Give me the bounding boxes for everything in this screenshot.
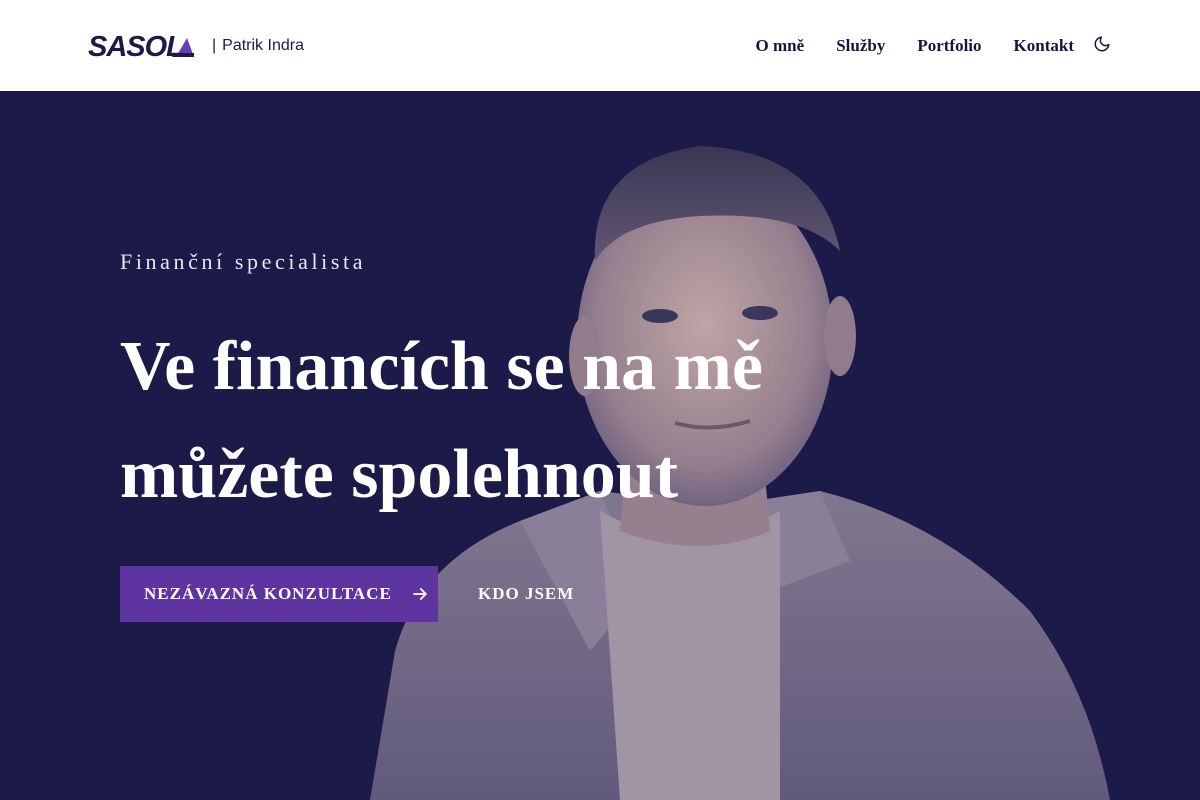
theme-toggle-button[interactable]	[1092, 34, 1112, 54]
moon-icon	[1094, 36, 1110, 51]
nav-item-sluzby[interactable]: Služby	[836, 36, 885, 56]
site-header: SASOL | Patrik Indra O mně Služby Portfo…	[0, 0, 1200, 91]
about-me-button[interactable]: KDO JSEM	[478, 566, 574, 622]
hero-headline: Ve financích se na mě můžete spolehnout	[120, 328, 763, 513]
about-me-button-label: KDO JSEM	[478, 584, 575, 603]
nav-item-o-mne[interactable]: O mně	[756, 36, 805, 56]
sasol-logo: SASOL	[88, 32, 194, 60]
hero-section: Finanční specialista Ve financích se na …	[0, 91, 1200, 800]
nav-item-kontakt[interactable]: Kontakt	[1014, 36, 1074, 56]
hero-eyebrow: Finanční specialista	[120, 249, 367, 274]
arrow-right-icon	[410, 584, 430, 604]
nav-item-portfolio[interactable]: Portfolio	[917, 36, 981, 56]
brand[interactable]: SASOL | Patrik Indra	[88, 26, 304, 66]
consultation-button-label: NEZÁVAZNÁ KONZULTACE	[144, 584, 392, 603]
brand-person-name: Patrik Indra	[222, 36, 304, 54]
main-nav: O mně Služby Portfolio Kontakt	[756, 36, 1112, 56]
svg-text:SASOL: SASOL	[88, 32, 183, 60]
brand-separator: |	[212, 36, 217, 54]
consultation-button[interactable]: NEZÁVAZNÁ KONZULTACE	[120, 566, 438, 622]
